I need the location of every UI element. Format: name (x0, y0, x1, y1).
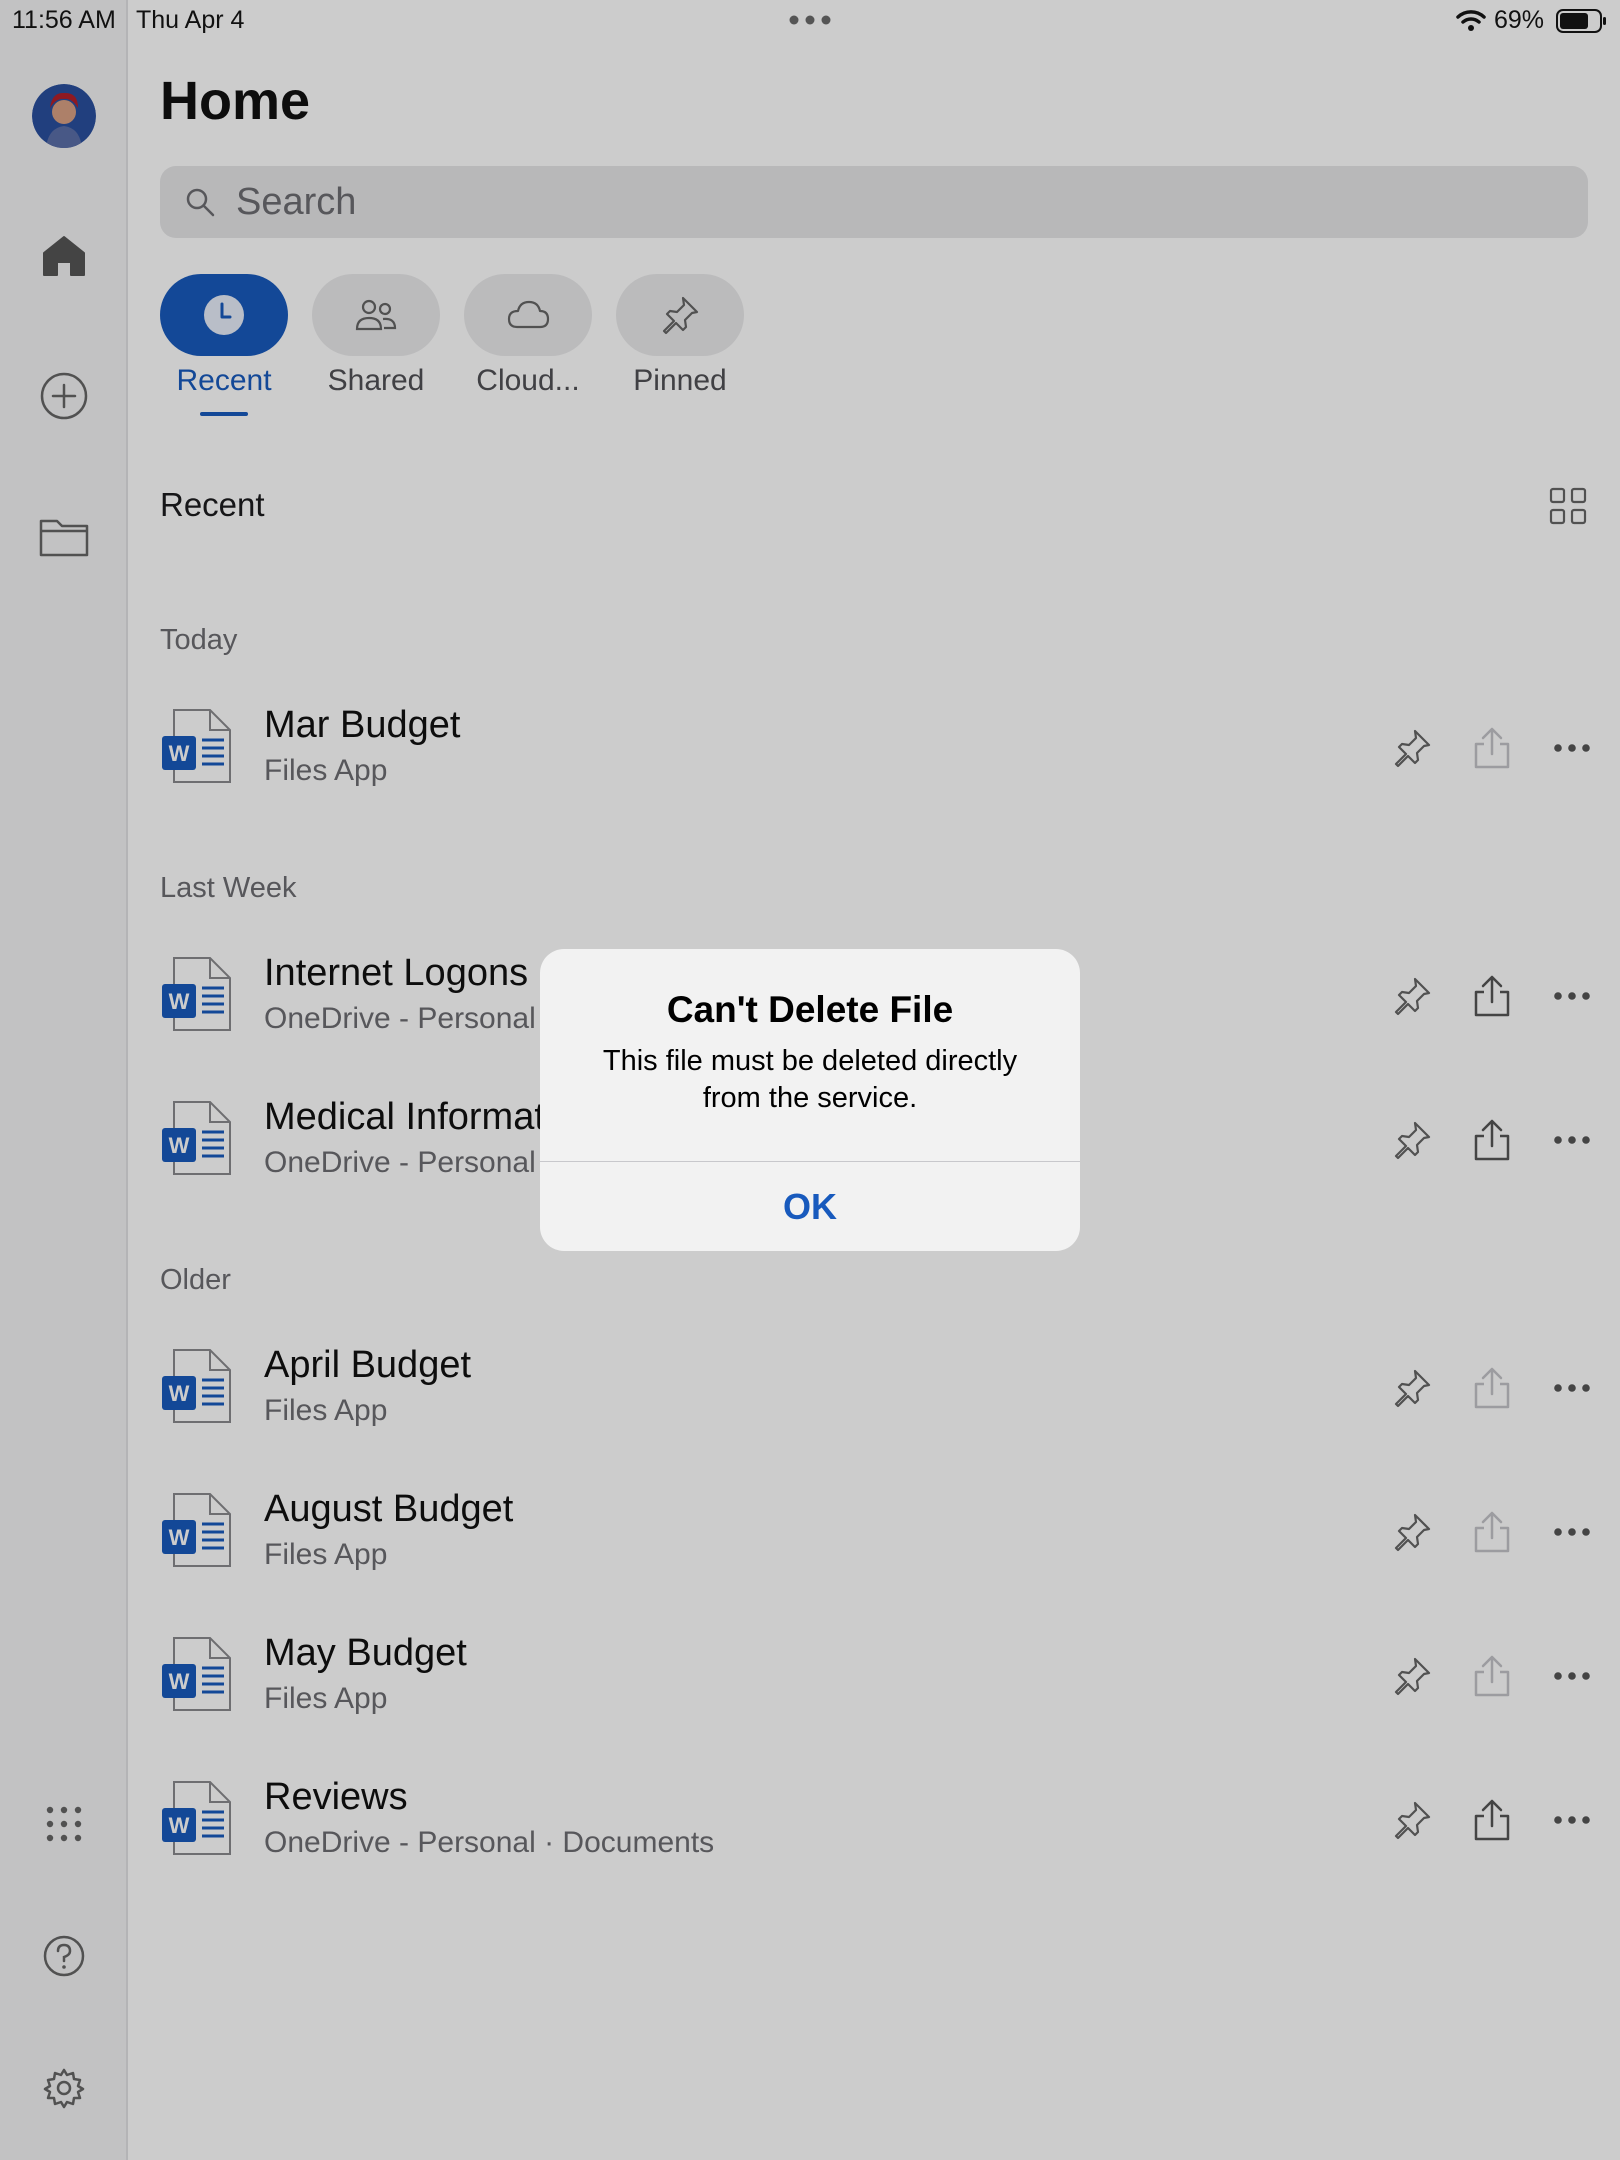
alert-message: This file must be deleted directly from … (602, 1045, 1018, 1114)
battery-icon (1556, 9, 1606, 33)
status-date: Thu Apr 4 (136, 6, 245, 34)
alert-ok-button[interactable]: OK (540, 1162, 1080, 1251)
status-bar: 11:56 AM Thu Apr 4 69% (0, 0, 1620, 40)
status-time: 11:56 AM (12, 6, 116, 34)
alert-title: Can't Delete File (666, 989, 954, 1030)
multitasking-dots-icon[interactable] (786, 10, 834, 30)
alert-dialog: Can't Delete File This file must be dele… (540, 949, 1080, 1251)
battery-percent: 69% (1494, 6, 1545, 34)
wifi-icon (1456, 10, 1486, 31)
